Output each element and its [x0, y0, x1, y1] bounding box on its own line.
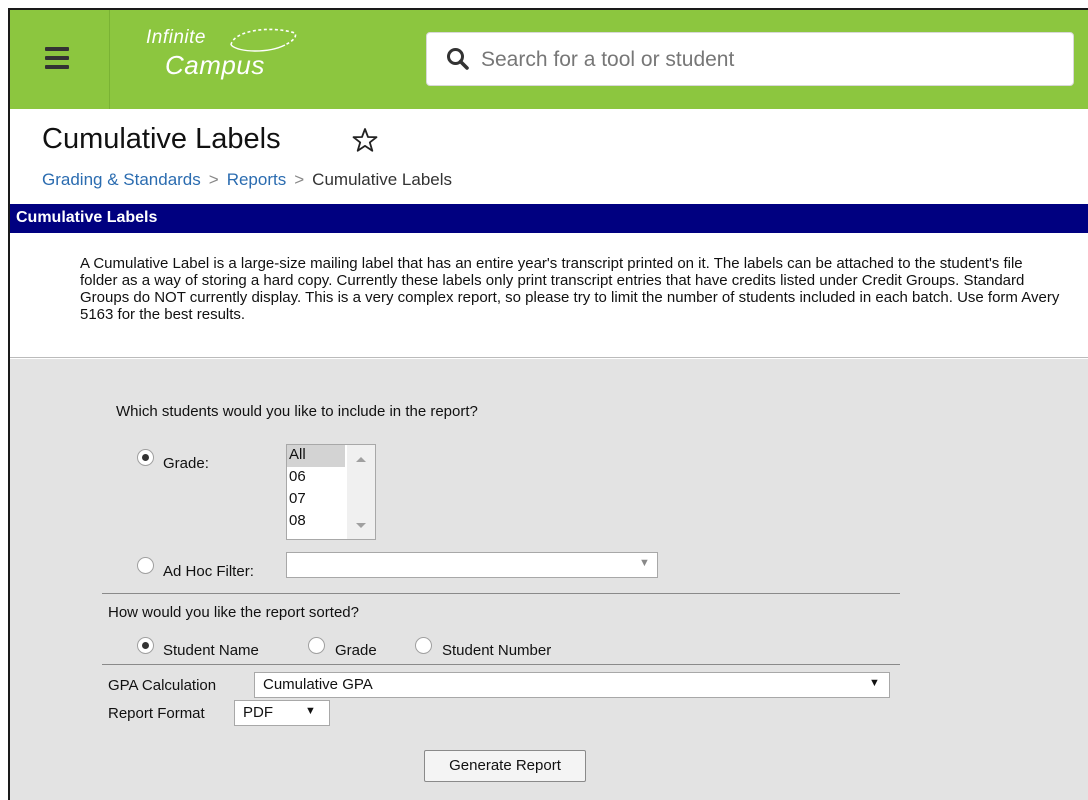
grade-radio[interactable] [137, 449, 154, 466]
dropdown-arrow-icon: ▼ [869, 677, 880, 689]
description-panel: A Cumulative Label is a large-size maili… [10, 233, 1088, 358]
breadcrumb-link-reports[interactable]: Reports [227, 170, 287, 189]
logo: Infinite Campus [146, 27, 306, 89]
chevron-right-icon: > [208, 170, 219, 189]
grade-option[interactable]: All [287, 445, 345, 467]
sort-label-student-name: Student Name [163, 642, 259, 659]
format-value: PDF [243, 704, 273, 721]
app-window: Infinite Campus Search for a tool or stu… [8, 8, 1088, 800]
grade-option[interactable]: 06 [287, 467, 345, 489]
menu-button[interactable] [10, 10, 110, 109]
divider [102, 664, 900, 665]
menu-icon [45, 47, 69, 51]
dropdown-arrow-icon: ▼ [639, 557, 650, 569]
grade-label: Grade: [163, 455, 209, 472]
report-form: Which students would you like to include… [10, 359, 1088, 800]
grade-option[interactable]: 08 [287, 511, 345, 533]
chevron-right-icon: > [294, 170, 305, 189]
grade-listbox[interactable]: All 06 07 08 [286, 444, 376, 540]
gpa-select[interactable]: Cumulative GPA ▼ [254, 672, 890, 698]
sort-radio-student-name[interactable] [137, 637, 154, 654]
listbox-scrollbar[interactable] [347, 445, 375, 539]
sort-radio-grade[interactable] [308, 637, 325, 654]
top-bar: Infinite Campus Search for a tool or stu… [10, 10, 1088, 109]
breadcrumb-link-grading-standards[interactable]: Grading & Standards [42, 170, 201, 189]
page-title: Cumulative Labels [42, 123, 281, 155]
sort-label-grade: Grade [335, 642, 377, 659]
sort-label-student-number: Student Number [442, 642, 552, 659]
scroll-down-icon[interactable] [356, 523, 366, 528]
section-header: Cumulative Labels [10, 204, 1088, 233]
adhoc-filter-select[interactable]: ▼ [286, 552, 658, 578]
search-input[interactable]: Search for a tool or student [426, 32, 1074, 86]
adhoc-radio[interactable] [137, 557, 154, 574]
breadcrumb: Grading & Standards > Reports > Cumulative L… [42, 170, 452, 190]
logo-swoosh-icon [230, 28, 297, 52]
generate-report-button[interactable]: Generate Report [424, 750, 586, 782]
grade-option[interactable]: 07 [287, 489, 345, 511]
format-select[interactable]: PDF ▼ [234, 700, 330, 726]
divider [102, 593, 900, 594]
description-text: A Cumulative Label is a large-size maili… [80, 255, 1060, 323]
logo-text-top: Infinite [146, 27, 206, 48]
gpa-label: GPA Calculation [108, 677, 217, 694]
scroll-up-icon[interactable] [356, 457, 366, 462]
dropdown-arrow-icon: ▼ [305, 705, 316, 717]
star-icon[interactable] [352, 127, 378, 153]
format-label: Report Format [108, 705, 205, 722]
search-icon [447, 48, 469, 70]
sort-radio-student-number[interactable] [415, 637, 432, 654]
breadcrumb-current: Cumulative Labels [312, 170, 453, 189]
sort-question: How would you like the report sorted? [108, 604, 359, 621]
adhoc-label: Ad Hoc Filter: [163, 563, 254, 580]
search-placeholder: Search for a tool or student [481, 48, 735, 71]
students-question: Which students would you like to include… [116, 403, 478, 420]
gpa-value: Cumulative GPA [263, 676, 373, 693]
